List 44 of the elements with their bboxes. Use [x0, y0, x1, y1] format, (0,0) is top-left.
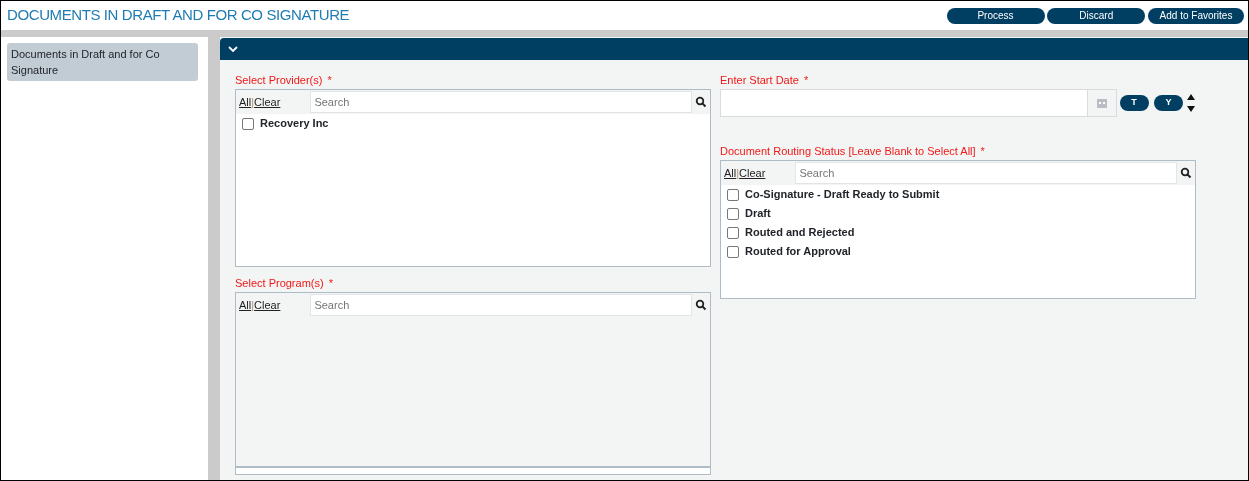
- calendar-icon: [1096, 98, 1107, 108]
- clear-link[interactable]: Clear: [254, 296, 281, 314]
- search-icon: [695, 299, 707, 311]
- option-label: Co-Signature - Draft Ready to Submit: [745, 188, 940, 201]
- field-label: Select Program(s): [235, 277, 324, 289]
- search-field[interactable]: Search: [795, 162, 1177, 184]
- required-asterisk: *: [328, 277, 333, 289]
- field-label: Enter Start Date: [720, 74, 799, 86]
- yesterday-button[interactable]: Y: [1154, 95, 1183, 111]
- today-button[interactable]: T: [1119, 95, 1149, 111]
- toolbar-button[interactable]: Process: [946, 7, 1045, 24]
- clear-link[interactable]: Clear: [254, 93, 281, 111]
- spinner-arrows-icon[interactable]: [1186, 92, 1196, 114]
- required-asterisk: *: [327, 74, 332, 86]
- clear-link[interactable]: Clear: [739, 164, 766, 182]
- page-title: DOCUMENTS IN DRAFT AND FOR CO SIGNATURE: [7, 5, 350, 26]
- option-label: Routed and Rejected: [745, 226, 855, 239]
- search-field[interactable]: Search: [310, 91, 692, 113]
- all-link[interactable]: All: [239, 296, 252, 314]
- required-asterisk: *: [980, 145, 985, 157]
- sidebar-item[interactable]: Documents in Draft and for Co Signature: [7, 43, 198, 81]
- all-link[interactable]: All: [239, 93, 252, 111]
- search-field[interactable]: Search: [310, 294, 692, 316]
- checkbox[interactable]: [727, 207, 739, 220]
- search-icon: [695, 96, 707, 108]
- checkbox[interactable]: [727, 245, 739, 258]
- option-label: Routed for Approval: [745, 245, 851, 258]
- date-field[interactable]: [720, 89, 1088, 117]
- option-label: Recovery Inc: [260, 117, 329, 130]
- all-link[interactable]: All: [724, 164, 737, 182]
- separator-text: |: [736, 165, 740, 181]
- checkbox[interactable]: [727, 188, 739, 201]
- separator-text: |: [251, 297, 255, 313]
- search-icon: [1180, 167, 1192, 179]
- separator-text: |: [251, 94, 255, 110]
- add-to-favorites-button[interactable]: Add to Favorites: [1148, 7, 1244, 24]
- option-label: Draft: [745, 207, 771, 220]
- field-label: Select Provider(s): [235, 74, 323, 86]
- field-label: Document Routing Status [Leave Blank to Select All]: [720, 145, 976, 157]
- toolbar-button[interactable]: Discard: [1047, 7, 1146, 24]
- chevron-icon[interactable]: [228, 45, 238, 53]
- checkbox[interactable]: [727, 226, 739, 239]
- required-asterisk: *: [803, 74, 809, 86]
- checkbox[interactable]: [242, 117, 254, 130]
